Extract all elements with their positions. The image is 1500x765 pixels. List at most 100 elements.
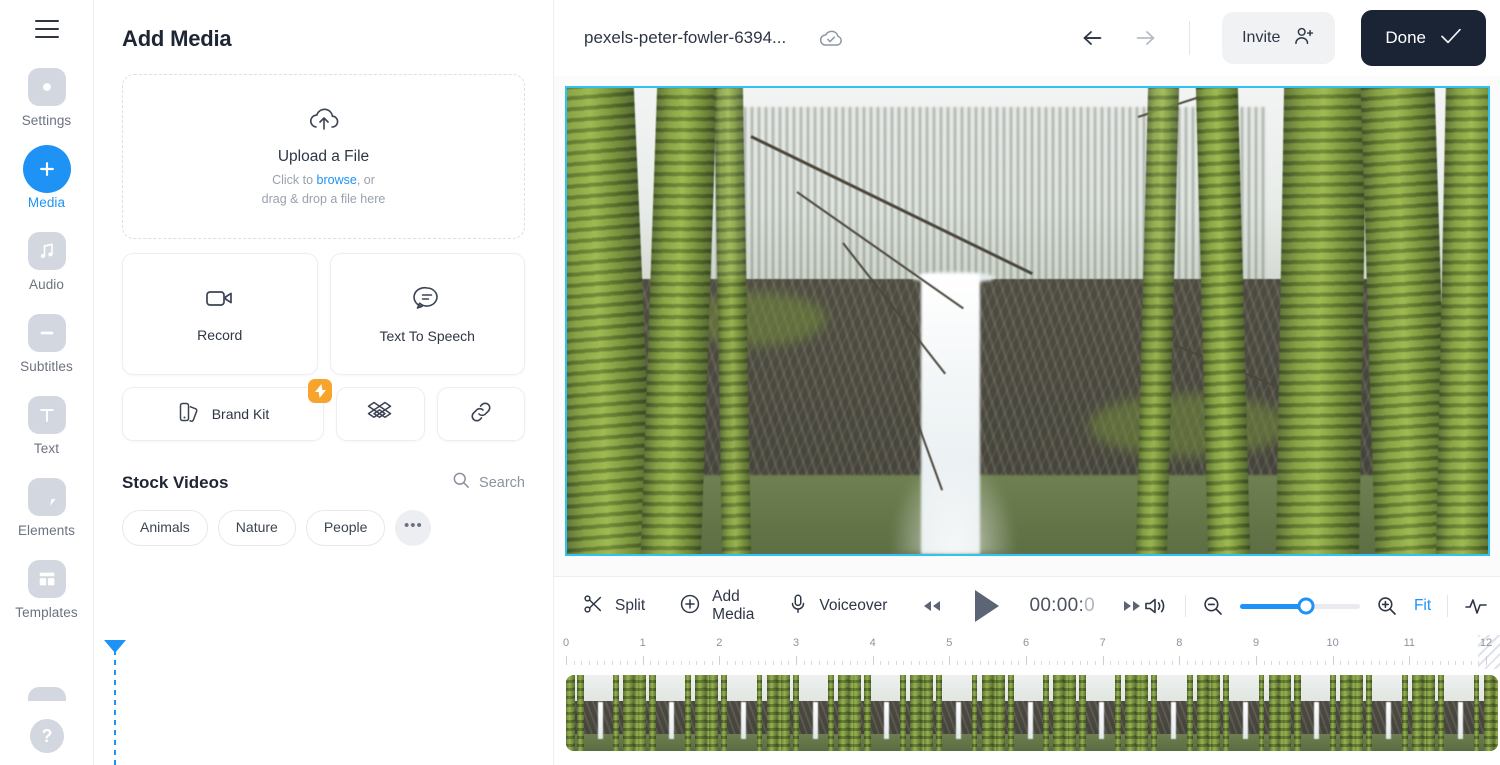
dropbox-import-button[interactable] [336,387,425,441]
ruler-major-tick [1102,656,1104,665]
sidebar-item-subtitles[interactable]: Subtitles [0,308,94,380]
stock-search-button[interactable]: Search [452,471,525,494]
search-icon [452,471,470,494]
ruler-minor-tick [857,661,859,665]
voiceover-button[interactable]: Voiceover [788,593,887,620]
fit-button[interactable]: Fit [1414,597,1431,615]
ruler-major-tick [872,656,874,665]
link-import-button[interactable] [436,387,525,441]
ruler-minor-tick [589,661,590,665]
undo-arrow-icon[interactable] [1081,27,1111,49]
chip-people[interactable]: People [305,510,386,546]
dropzone-title: Upload a File [277,148,370,166]
hamburger-menu-icon[interactable] [34,20,59,38]
ruler-minor-tick [1217,661,1219,665]
brand-kit-button[interactable]: Brand Kit [122,379,332,441]
sidebar-item-label: Subtitles [20,359,73,374]
ruler-minor-tick [750,661,751,665]
split-button[interactable]: Split [582,593,645,620]
add-media-button[interactable]: Add Media [679,588,754,624]
ruler-minor-tick [1279,661,1280,665]
sidebar-item-templates[interactable]: Templates [0,554,94,626]
video-preview[interactable] [564,86,1490,556]
ruler-label: 0 [562,637,570,649]
sidebar-item-text[interactable]: Text [0,390,94,462]
undo-redo-group [1081,27,1157,49]
sidebar-item-label: Settings [21,113,72,128]
clip-thumbnail [709,675,782,751]
ruler-minor-tick [1225,661,1227,665]
dropbox-icon [367,400,393,429]
browse-link[interactable]: browse [317,173,357,187]
sidebar-item-settings[interactable]: Settings [0,62,94,134]
ruler-label: 10 [1326,637,1339,649]
ruler-minor-tick [612,661,613,665]
question-mark-icon[interactable]: ? [30,719,64,753]
sidebar-item-overflow-partial[interactable] [28,687,66,701]
sidebar-item-audio[interactable]: Audio [0,226,94,298]
zoom-slider-thumb[interactable] [1297,597,1315,615]
invite-button[interactable]: Invite [1222,12,1336,64]
timeline-toolbar: Split Add Media Voiceover 00:00:0 Fit [554,577,1500,635]
zoom-out-icon[interactable] [1202,595,1224,617]
clip-thumbnail [1354,675,1427,751]
ruler-minor-tick [865,661,866,665]
preview-scene-image [566,88,1488,554]
ruler-major-tick [642,656,644,665]
playhead-handle[interactable] [104,640,126,653]
done-button[interactable]: Done [1361,10,1486,66]
ruler-minor-tick [834,661,836,665]
ruler-minor-tick [1010,661,1012,665]
ruler-minor-tick [957,661,958,665]
ruler-minor-tick [765,661,767,665]
play-icon[interactable] [969,587,1003,625]
ruler-minor-tick [1194,661,1196,665]
ruler-minor-tick [665,661,667,665]
text-to-speech-button[interactable]: Text To Speech [329,253,525,375]
ruler-minor-tick [934,661,935,665]
clip-thumbnail [924,675,997,751]
chip-nature[interactable]: Nature [217,510,296,546]
time-main: 00:00: [1029,595,1085,616]
cloud-check-icon[interactable] [818,27,844,49]
sidebar-item-elements[interactable]: Elements [0,472,94,544]
ruler-minor-tick [727,661,728,665]
clip-thumbnail [996,675,1068,751]
zoom-slider[interactable] [1239,597,1360,615]
ruler-minor-tick [903,661,905,665]
volume-icon[interactable] [1143,595,1169,617]
video-clip[interactable] [566,675,1498,751]
zoom-in-icon[interactable] [1376,595,1398,617]
ruler-minor-tick [1141,661,1142,665]
clip-thumbnail [1139,675,1212,751]
project-title[interactable]: pexels-peter-fowler-6394... [584,28,786,48]
time-frames: 0 [1084,595,1095,616]
ruler-label: 11 [1403,637,1416,649]
rewind-icon[interactable] [921,598,943,614]
ruler-minor-tick [926,661,928,665]
sidebar-item-media[interactable]: Media [0,144,94,216]
timeline-ruler[interactable]: 0 1 2 3 4 5 6 7 8 9 10 11 12 [554,635,1500,669]
waveform-icon[interactable] [1464,595,1488,617]
ruler-minor-tick [1079,661,1081,665]
redo-arrow-icon[interactable] [1127,27,1157,49]
ruler-minor-tick [1118,661,1119,665]
chip-more-button[interactable]: ••• [395,510,432,546]
ruler-minor-tick [803,661,805,665]
chip-animals[interactable]: Animals [122,510,208,546]
ruler-minor-tick [1125,661,1127,665]
upload-dropzone[interactable]: Upload a File Click to browse, or drag & … [122,74,525,239]
ruler-major-tick [1486,656,1487,665]
fast-forward-icon[interactable] [1121,598,1143,614]
subtitles-icon [27,314,66,352]
ruler-minor-tick [658,661,659,665]
check-icon [1440,27,1462,50]
ruler-minor-tick [681,661,682,665]
editor-main: pexels-peter-fowler-6394... Invite Done … [554,0,1500,765]
clip-thumbnail [781,675,853,751]
clip-thumbnail [1211,675,1283,751]
ruler-minor-tick [980,661,981,665]
ruler-minor-tick [1325,661,1326,665]
record-button[interactable]: Record [122,253,318,375]
ruler-minor-tick [1033,661,1035,665]
